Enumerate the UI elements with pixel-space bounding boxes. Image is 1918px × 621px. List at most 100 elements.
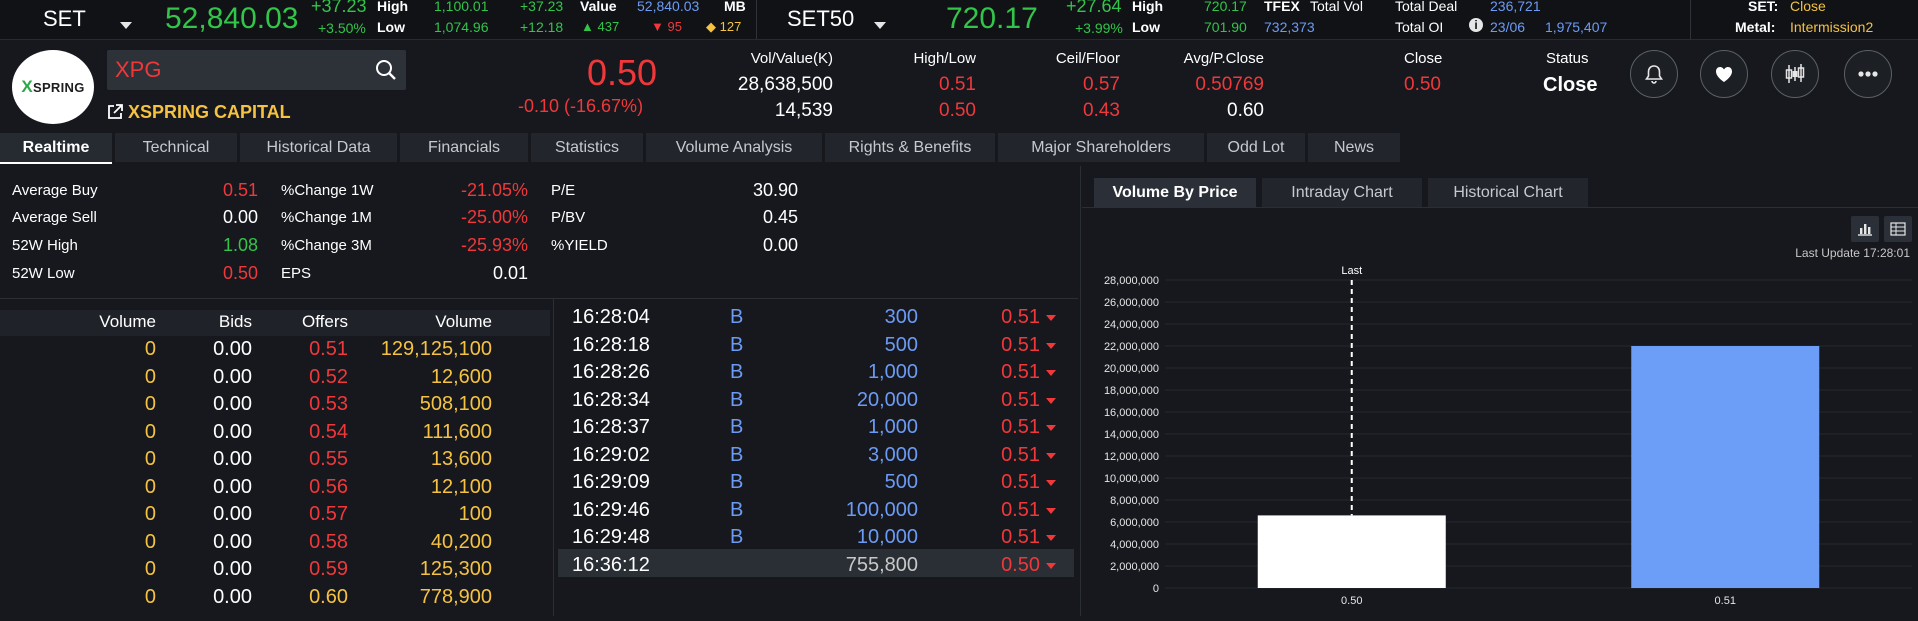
alert-button[interactable] [1630, 50, 1678, 98]
offer-price: 0.52 [309, 365, 348, 388]
set50-index-pct: +3.99% [1075, 20, 1123, 36]
price-change: -0.10 (-16.67%) [518, 96, 644, 116]
x-tick-label: 0.51 [1715, 595, 1736, 607]
ticker-price: 0.51 [1001, 526, 1040, 548]
heart-icon [1716, 67, 1732, 82]
favorite-button[interactable] [1700, 50, 1748, 98]
tab-statistics[interactable]: Statistics [531, 133, 643, 162]
y-tick-label: 18,000,000 [1104, 385, 1159, 397]
chevron-down-icon[interactable] [120, 16, 132, 34]
set-status-value: Close [1790, 0, 1826, 14]
total-oi: 1,975,407 [1545, 19, 1608, 35]
chart-button[interactable] [1771, 50, 1819, 98]
down-arrow-icon [1046, 507, 1056, 514]
offer-price: 0.54 [309, 420, 348, 443]
ticker-side: B [730, 498, 744, 521]
stat-value: 0.01 [492, 263, 528, 283]
table-view-button[interactable] [1884, 216, 1912, 242]
stat-value: 0.50 [222, 263, 258, 283]
close-label: Close [1404, 50, 1443, 67]
tab-major-shareholders[interactable]: Major Shareholders [998, 133, 1204, 162]
symbol-search[interactable] [107, 50, 406, 90]
down-arrow-icon [1046, 480, 1056, 486]
volume-by-price-chart: 0 2,000,000 4,000,000 6,000,000 8,000,000 10,… [1104, 265, 1912, 607]
set50-low: 701.90 [1204, 19, 1247, 35]
up-arrow-icon: ▲ [581, 19, 594, 34]
bar-chart-view-button[interactable] [1851, 216, 1879, 242]
down-arrow-icon [1046, 315, 1056, 321]
tab-rights-benefits[interactable]: Rights & Benefits [825, 133, 995, 162]
bell-icon [1645, 65, 1663, 84]
ticker-time: 16:28:18 [572, 333, 650, 356]
tab-historical-data[interactable]: Historical Data [240, 133, 397, 162]
tab-news[interactable]: News [1308, 133, 1400, 162]
stat-label: %YIELD [551, 237, 608, 254]
down-arrow-icon: ▼ [651, 19, 664, 34]
tfex-total-vol: 732,373 [1264, 19, 1315, 35]
tab-odd-lot[interactable]: Odd Lot [1207, 133, 1305, 162]
ticker-price: 0.51 [1001, 416, 1040, 438]
ticker-time: 16:29:46 [572, 498, 650, 521]
set50-index-value: 720.17 [946, 2, 1038, 35]
divider [1690, 0, 1691, 39]
symbol-search-input[interactable] [113, 54, 367, 86]
set-index-name[interactable]: SET [43, 6, 86, 32]
offer-volume: 13,600 [430, 448, 492, 470]
ticker-volume: 3,000 [867, 443, 918, 466]
oi-date: 23/06 [1490, 19, 1526, 35]
tab-financials[interactable]: Financials [400, 133, 528, 162]
ticker-volume: 20,000 [856, 388, 918, 411]
tab-realtime[interactable]: Realtime [0, 133, 112, 164]
bid-volume: 0 [144, 503, 156, 525]
tfex-label: TFEX [1264, 0, 1300, 14]
tab-historical-chart[interactable]: Historical Chart [1428, 178, 1588, 207]
bid-price: 0.00 [213, 420, 252, 443]
offer-volume: 125,300 [419, 558, 492, 580]
y-tick-label: 24,000,000 [1104, 319, 1159, 331]
close-price: 0.50 [1404, 74, 1441, 95]
value-label: Value [580, 0, 617, 14]
ticker-volume: 100,000 [845, 498, 918, 521]
bid-price: 0.00 [213, 338, 252, 360]
company-name[interactable]: XSPRING CAPITAL [128, 102, 291, 123]
offer-volume: 12,600 [430, 365, 492, 388]
set-index-value: 52,840.03 [165, 2, 299, 35]
bid-price: 0.00 [213, 558, 252, 580]
advance-count: ▲ 437 [581, 19, 620, 34]
set-value: 52,840.03 [637, 0, 700, 14]
offers-header: Offers [302, 312, 348, 331]
set50-high-label: High [1132, 0, 1164, 14]
more-button[interactable] [1844, 50, 1892, 98]
vol-value-label: Vol/Value(K) [750, 50, 833, 67]
offer-price: 0.56 [309, 475, 348, 498]
tab-volume-by-price[interactable]: Volume By Price [1094, 178, 1256, 207]
tab-technical[interactable]: Technical [115, 133, 237, 162]
company-logo: X SPRING [12, 50, 94, 124]
divider [1082, 207, 1918, 208]
y-tick-label: 8,000,000 [1110, 495, 1159, 507]
set50-index-name[interactable]: SET50 [787, 6, 854, 32]
ticker-side: B [730, 471, 744, 493]
y-tick-label: 2,000,000 [1110, 561, 1159, 573]
value: 14,539 [774, 100, 833, 121]
ceiling: 0.57 [1083, 74, 1120, 95]
tab-intraday-chart[interactable]: Intraday Chart [1262, 178, 1422, 207]
ticker-time: 16:28:26 [572, 361, 650, 383]
ticker-volume: 500 [884, 333, 918, 356]
avg-pclose-label: Avg/P.Close [1183, 50, 1264, 67]
chevron-down-icon[interactable] [874, 16, 886, 34]
set-index-pct: +3.50% [318, 20, 366, 36]
info-icon[interactable]: i [1469, 18, 1483, 32]
bid-volume: 0 [144, 585, 156, 608]
stat-value: -25.00% [460, 207, 528, 227]
divider [553, 298, 554, 616]
ticker-side: B [730, 306, 744, 328]
external-link-icon[interactable] [107, 104, 123, 120]
tab-volume-analysis[interactable]: Volume Analysis [646, 133, 822, 162]
bid-price: 0.00 [213, 393, 252, 415]
ticker-price: 0.51 [1001, 471, 1040, 493]
search-icon[interactable] [375, 59, 397, 81]
y-tick-label: 26,000,000 [1104, 297, 1159, 309]
metal-status-label: Metal: [1735, 19, 1776, 35]
set50-high: 720.17 [1204, 0, 1247, 14]
